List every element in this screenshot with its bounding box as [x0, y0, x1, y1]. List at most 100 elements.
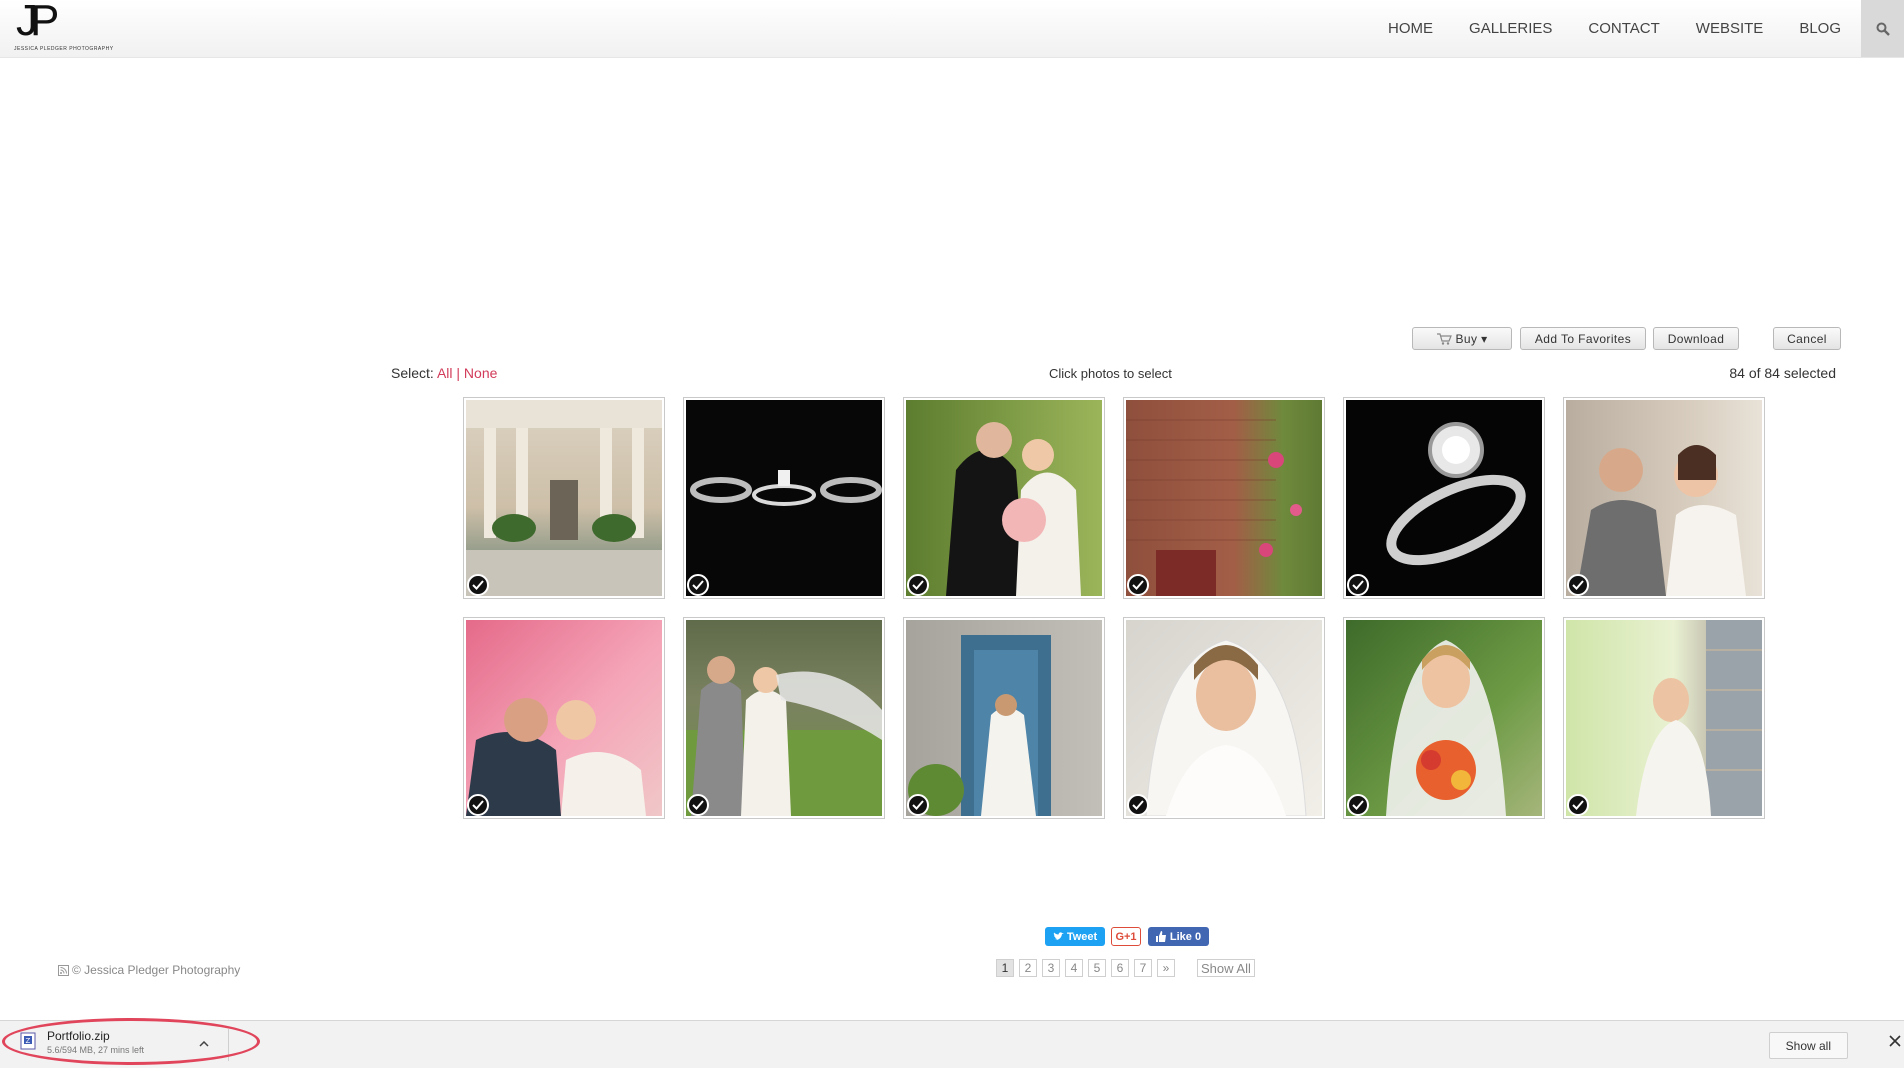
like-label: Like 0	[1169, 930, 1202, 943]
page-next[interactable]: »	[1157, 959, 1175, 977]
photo-tile[interactable]	[463, 617, 665, 819]
buy-button[interactable]: Buy ▾	[1412, 327, 1512, 350]
selected-check-icon	[907, 794, 929, 816]
buy-button-label: Buy ▾	[1455, 331, 1488, 346]
photo-bride-bouquet	[1346, 620, 1542, 816]
selected-check-icon	[1127, 794, 1149, 816]
page-1[interactable]: 1	[996, 959, 1014, 977]
selected-count: 84 of 84 selected	[1729, 365, 1836, 381]
gplus-button[interactable]: G+1	[1111, 927, 1141, 946]
cancel-button[interactable]: Cancel	[1773, 327, 1841, 350]
thumbs-up-icon	[1155, 931, 1166, 942]
photo-brick-wall	[1126, 400, 1322, 596]
download-status: 5.6/594 MB, 27 mins left	[47, 1045, 145, 1055]
tweet-button[interactable]: Tweet	[1045, 927, 1105, 946]
photo-pink-kiss	[466, 620, 662, 816]
photo-grid	[463, 397, 1765, 819]
zip-file-icon: Z	[20, 1032, 36, 1050]
page-6[interactable]: 6	[1111, 959, 1129, 977]
photo-tile[interactable]	[1123, 397, 1325, 599]
twitter-icon	[1052, 932, 1064, 940]
selected-check-icon	[1567, 794, 1589, 816]
photo-art	[1576, 445, 1746, 596]
photo-tile[interactable]	[1343, 617, 1545, 819]
selected-check-icon	[1127, 574, 1149, 596]
photo-tile[interactable]	[903, 617, 1105, 819]
add-to-favorites-button[interactable]: Add To Favorites	[1520, 327, 1646, 350]
photo-art	[466, 698, 646, 816]
facebook-like-button[interactable]: Like 0	[1148, 927, 1209, 946]
page-2[interactable]: 2	[1019, 959, 1037, 977]
nav-blog[interactable]: BLOG	[1799, 20, 1841, 37]
selected-check-icon	[687, 794, 709, 816]
tweet-label: Tweet	[1066, 930, 1098, 943]
selected-check-icon	[1347, 574, 1369, 596]
select-none-link[interactable]: None	[464, 365, 497, 381]
photo-art	[1636, 620, 1762, 816]
rss-icon[interactable]	[58, 964, 69, 976]
photo-art	[1386, 422, 1526, 566]
select-all-link[interactable]: All	[437, 365, 453, 381]
photo-veil	[686, 620, 882, 816]
photo-art	[946, 422, 1081, 596]
download-separator	[228, 1029, 229, 1061]
gplus-label: G+1	[1115, 930, 1137, 943]
download-bar: Z Portfolio.zip 5.6/594 MB, 27 mins left…	[0, 1020, 1904, 1068]
nav-home[interactable]: HOME	[1388, 20, 1433, 37]
page-4[interactable]: 4	[1065, 959, 1083, 977]
photo-art	[1126, 419, 1302, 596]
photo-tile[interactable]	[1563, 617, 1765, 819]
chevron-up-icon[interactable]	[199, 1041, 209, 1047]
footer-copyright: © Jessica Pledger Photography	[58, 963, 240, 977]
photo-art	[686, 656, 882, 816]
photo-tile[interactable]	[683, 617, 885, 819]
search-button[interactable]	[1861, 0, 1904, 57]
photo-engagement-ring	[1346, 400, 1542, 596]
site-header: JP JESSICA PLEDGER PHOTOGRAPHY HOME GALL…	[0, 0, 1904, 58]
nav-galleries[interactable]: GALLERIES	[1469, 20, 1552, 37]
photo-tile[interactable]	[1123, 617, 1325, 819]
cancel-label: Cancel	[1787, 331, 1827, 346]
selected-check-icon	[687, 574, 709, 596]
photo-bride-pillar	[1566, 620, 1762, 816]
nav-website[interactable]: WEBSITE	[1696, 20, 1764, 37]
select-label: Select:	[391, 365, 434, 381]
download-button[interactable]: Download	[1653, 327, 1739, 350]
selected-check-icon	[467, 574, 489, 596]
site-logo[interactable]: JP JESSICA PLEDGER PHOTOGRAPHY	[12, 0, 113, 57]
search-icon	[1876, 22, 1890, 36]
photo-blue-door	[906, 620, 1102, 816]
copyright-text: © Jessica Pledger Photography	[72, 963, 241, 977]
photo-art	[1386, 640, 1506, 816]
download-file-name: Portfolio.zip	[47, 1029, 110, 1043]
photo-couple-kiss	[906, 400, 1102, 596]
cart-icon	[1437, 332, 1453, 345]
photo-bride-veil	[1126, 620, 1322, 816]
photo-art	[466, 400, 662, 596]
selected-check-icon	[467, 794, 489, 816]
svg-text:Z: Z	[26, 1037, 31, 1045]
photo-tile[interactable]	[683, 397, 885, 599]
show-all-pages-button[interactable]: Show All	[1197, 959, 1255, 977]
download-item[interactable]: Z Portfolio.zip 5.6/594 MB, 27 mins left	[18, 1027, 230, 1063]
photo-tile[interactable]	[1343, 397, 1545, 599]
page-7[interactable]: 7	[1134, 959, 1152, 977]
photo-museum-couple	[466, 400, 662, 596]
close-icon[interactable]	[1889, 1035, 1901, 1047]
photo-tile[interactable]	[903, 397, 1105, 599]
photo-tile[interactable]	[1563, 397, 1765, 599]
logo-mark: JP	[16, 0, 59, 45]
photo-ceremony	[1566, 400, 1762, 596]
photo-art	[908, 635, 1051, 816]
download-label: Download	[1667, 331, 1725, 346]
add-to-favorites-label: Add To Favorites	[1534, 331, 1632, 346]
photo-rings	[686, 400, 882, 596]
show-all-downloads-button[interactable]: Show all	[1768, 1032, 1848, 1059]
page-5[interactable]: 5	[1088, 959, 1106, 977]
selected-check-icon	[907, 574, 929, 596]
nav-contact[interactable]: CONTACT	[1588, 20, 1659, 37]
page-3[interactable]: 3	[1042, 959, 1060, 977]
select-controls: Select: All | None	[391, 365, 497, 381]
photo-tile[interactable]	[463, 397, 665, 599]
select-hint: Click photos to select	[1049, 366, 1172, 381]
